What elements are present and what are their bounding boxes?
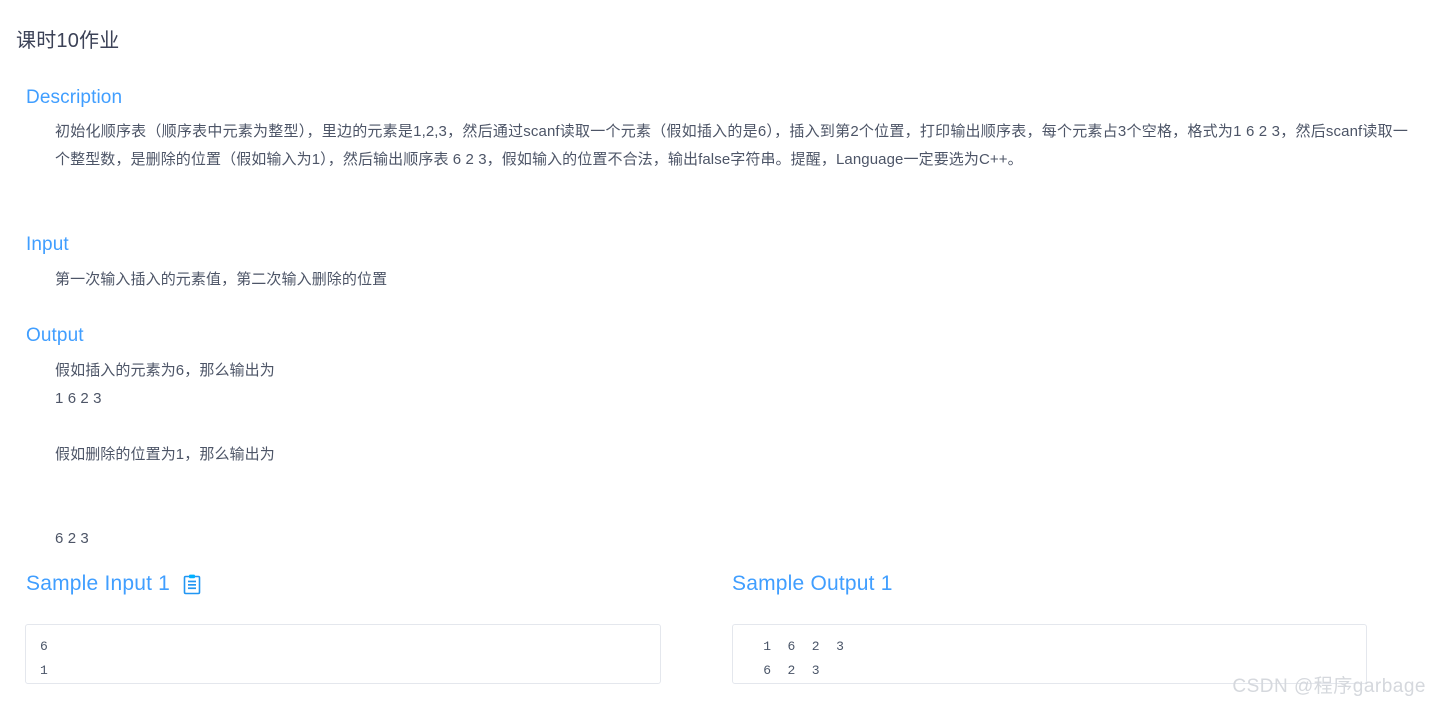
sample-input-label: Sample Input 1 bbox=[26, 572, 171, 595]
sample-input-box[interactable]: 6 1 bbox=[25, 624, 661, 684]
section-heading-input: Input bbox=[26, 234, 69, 255]
section-heading-description: Description bbox=[26, 87, 123, 108]
section-heading-output: Output bbox=[26, 325, 84, 346]
sample-output-label: Sample Output 1 bbox=[732, 572, 893, 595]
description-body: 初始化顺序表（顺序表中元素为整型），里边的元素是1,2,3，然后通过scanf读… bbox=[55, 123, 1408, 168]
sample-output-header: Sample Output 1 bbox=[732, 570, 893, 598]
csdn-watermark: CSDN @程序garbage bbox=[1232, 676, 1426, 697]
problem-page: 课时10作业 Description 初始化顺序表（顺序表中元素为整型），里边的… bbox=[0, 0, 1440, 707]
page-title: 课时10作业 bbox=[16, 30, 120, 53]
sample-input-content: 6 1 bbox=[40, 639, 49, 678]
sample-input-header: Sample Input 1 bbox=[26, 570, 202, 598]
output-body: 假如插入的元素为6，那么输出为 1 6 2 3 假如删除的位置为1，那么输出为 … bbox=[55, 362, 275, 547]
clipboard-copy-icon[interactable] bbox=[182, 573, 202, 595]
input-body: 第一次输入插入的元素值，第二次输入删除的位置 bbox=[55, 271, 388, 288]
